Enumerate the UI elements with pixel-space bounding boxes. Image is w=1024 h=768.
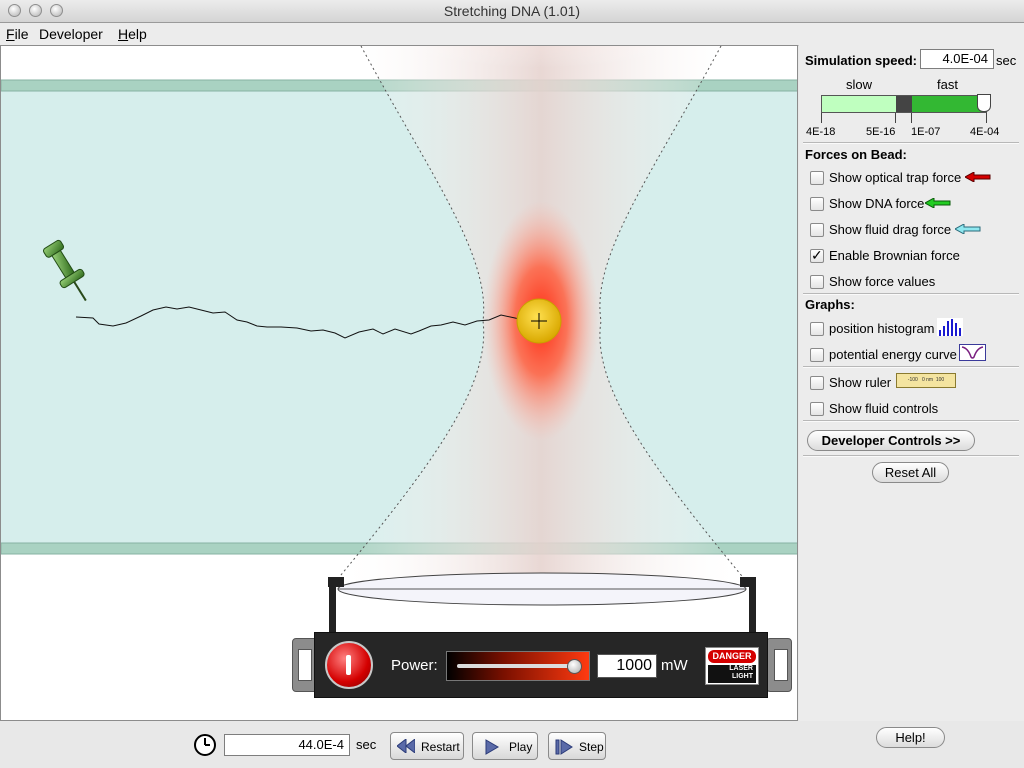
help-button[interactable]: Help! (876, 727, 945, 748)
speed-fast-label: fast (937, 77, 958, 92)
power-slider-thumb[interactable] (567, 659, 582, 674)
rewind-icon (397, 739, 415, 753)
power-slider[interactable] (446, 651, 590, 681)
speed-tick-2: 5E-16 (866, 126, 896, 138)
play-button[interactable]: Play (472, 732, 538, 760)
separator (803, 455, 1019, 457)
separator (803, 142, 1019, 144)
speed-tick-3: 1E-07 (911, 126, 941, 138)
red-arrow-icon (965, 172, 991, 182)
potential-energy-checkbox[interactable] (810, 348, 824, 362)
speed-unit: sec (996, 53, 1017, 68)
optical-trap-force-label[interactable]: Show optical trap force (829, 170, 961, 185)
window-titlebar: Stretching DNA (1.01) (0, 0, 1024, 23)
speed-slider-range-light (822, 96, 896, 112)
step-icon (555, 739, 573, 755)
speed-slider-range-dark (896, 96, 912, 112)
laser-power-button[interactable] (325, 641, 373, 689)
show-ruler-checkbox[interactable] (810, 376, 824, 390)
power-value-field[interactable]: 1000 (597, 654, 657, 678)
fluid-region (1, 91, 797, 543)
power-unit: mW (661, 657, 688, 674)
play-icon (485, 739, 499, 755)
speed-tick-4: 4E-04 (970, 126, 1000, 138)
developer-controls-button[interactable]: Developer Controls >> (807, 430, 975, 451)
speed-slider-thumb[interactable] (977, 94, 991, 112)
ruler-icon: -100 0 nm 100 (896, 373, 956, 388)
brownian-force-checkbox[interactable] (810, 247, 824, 264)
force-values-checkbox[interactable] (810, 275, 824, 289)
green-arrow-icon (925, 198, 951, 208)
step-button[interactable]: Step (548, 732, 606, 760)
speed-tick-1: 4E-18 (806, 126, 836, 138)
position-histogram-label[interactable]: position histogram (829, 321, 935, 336)
dna-force-checkbox[interactable] (810, 197, 824, 211)
step-label: Step (579, 740, 604, 754)
optical-trap-force-checkbox[interactable] (810, 171, 824, 185)
laser-handle-right (766, 638, 792, 692)
power-icon (346, 655, 351, 675)
position-histogram-checkbox[interactable] (810, 322, 824, 336)
forces-heading: Forces on Bead: (805, 147, 907, 162)
window-title: Stretching DNA (1.01) (443, 3, 581, 19)
separator (803, 366, 1019, 368)
clock-field: 44.0E-4 (224, 734, 350, 756)
simulation-scene (1, 46, 797, 636)
danger-sign: DANGER LASER LIGHT (705, 647, 759, 685)
restart-label: Restart (421, 740, 460, 754)
histogram-icon (937, 318, 963, 336)
separator (803, 420, 1019, 422)
menu-developer[interactable]: Developer (39, 26, 103, 42)
power-label: Power: (391, 657, 438, 674)
danger-label: DANGER (708, 650, 756, 663)
speed-slow-label: slow (846, 77, 873, 92)
menu-file[interactable]: File (6, 26, 29, 42)
menu-help[interactable]: Help (118, 26, 147, 42)
clock-unit: sec (356, 737, 377, 752)
reset-all-button[interactable]: Reset All (872, 462, 949, 483)
speed-slider-range-green (912, 96, 986, 112)
force-values-label[interactable]: Show force values (829, 274, 935, 289)
fluid-drag-force-checkbox[interactable] (810, 223, 824, 237)
fluid-controls-label[interactable]: Show fluid controls (829, 401, 938, 416)
potential-energy-label[interactable]: potential energy curve (829, 347, 957, 362)
laser-device: Power: mW DANGER LASER LIGHT (314, 632, 768, 698)
power-slider-track (457, 664, 575, 668)
speed-slider[interactable] (821, 94, 991, 113)
show-ruler-label[interactable]: Show ruler (829, 375, 891, 390)
play-label: Play (509, 740, 533, 754)
dna-force-label[interactable]: Show DNA force (829, 196, 924, 211)
brownian-force-label[interactable]: Enable Brownian force (829, 248, 960, 263)
separator (803, 293, 1019, 295)
simulation-speed-field[interactable]: 4.0E-04 (920, 49, 994, 69)
restart-button[interactable]: Restart (390, 732, 464, 760)
energy-curve-icon (959, 344, 986, 361)
cyan-arrow-icon (955, 224, 981, 234)
speed-label: Simulation speed: (805, 53, 917, 68)
menu-bar: File Developer Help (0, 23, 1024, 46)
laser-light-label: LASER LIGHT (708, 665, 756, 683)
fluid-controls-checkbox[interactable] (810, 402, 824, 416)
graphs-heading: Graphs: (805, 297, 855, 312)
simulation-canvas (0, 45, 798, 721)
clock-icon (194, 734, 216, 756)
control-panel: Simulation speed: sec slow fast 4E-18 5E… (799, 45, 1024, 721)
fluid-drag-force-label[interactable]: Show fluid drag force (829, 222, 951, 237)
